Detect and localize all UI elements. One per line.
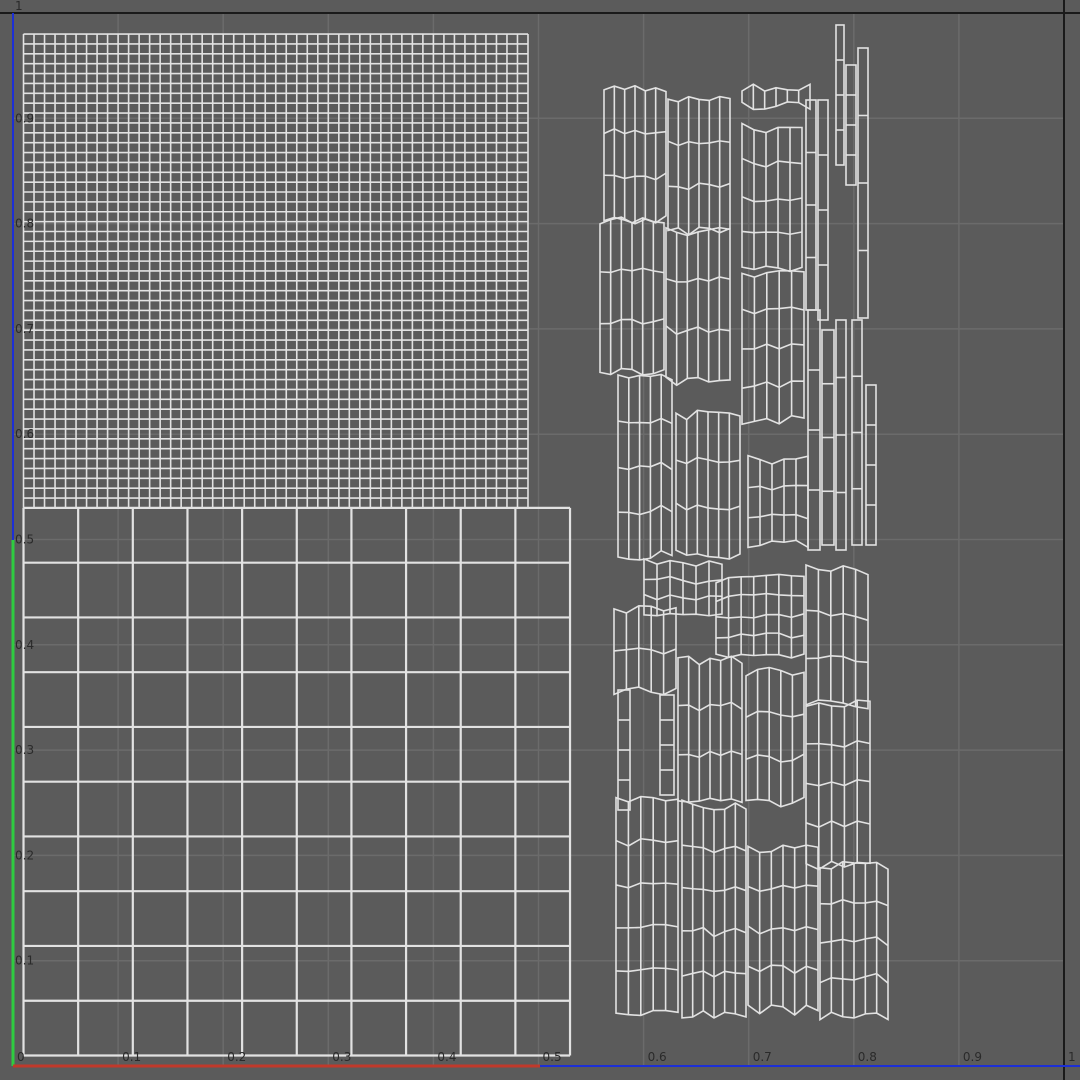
v-tick-label: 1 [15, 0, 23, 13]
u-tick-label: 0.3 [332, 1050, 351, 1064]
u-tick-label: 0.1 [122, 1050, 141, 1064]
uv-edge [745, 753, 805, 763]
uv-edge [741, 195, 803, 203]
u-tick-label: 0 [17, 1050, 25, 1064]
v-tick-label: 0.7 [15, 322, 34, 336]
uv-edge [615, 882, 679, 889]
uv-shell-outline [805, 563, 869, 710]
v-tick-label: 0.6 [15, 427, 34, 441]
uv-edge [617, 504, 673, 516]
uv-edge [615, 967, 679, 973]
u-tick-label: 0.6 [648, 1050, 667, 1064]
u-tick-label: 0.9 [963, 1050, 982, 1064]
uv-edge [741, 306, 805, 315]
uv-edge [745, 710, 805, 718]
uv-edge [805, 655, 869, 664]
u-tick-label: 0.2 [227, 1050, 246, 1064]
uv-editor-viewport[interactable]: 0 0.1 0.2 0.3 0.4 0.5 0.6 0.7 0.8 0.9 1 0.1 0.2 0.3 0… [0, 0, 1080, 1080]
u-axis-tick-labels: 0 0.1 0.2 0.3 0.4 0.5 0.6 0.7 0.8 0.9 1 [17, 1050, 1076, 1064]
uv-shell-outline [741, 269, 805, 426]
uv-edge [613, 647, 677, 655]
uv-shell-outline [745, 666, 805, 808]
uv-edge [747, 484, 809, 491]
v-tick-label: 0.3 [15, 743, 34, 757]
uv-edge [741, 343, 805, 350]
uv-edge [805, 820, 871, 829]
v-tick-label: 0.5 [15, 533, 34, 547]
u-tick-label: 0.5 [543, 1050, 562, 1064]
uv-edge [741, 380, 805, 389]
u-tick-label: 0.4 [437, 1050, 456, 1064]
uv-shell-fine-grid[interactable] [22, 33, 529, 509]
u-tick-label: 0.8 [858, 1050, 877, 1064]
uv-shell-outline [617, 373, 673, 561]
u-tick-label: 1 [1068, 1050, 1076, 1064]
uv-edge [805, 609, 869, 622]
uv-edge [617, 461, 673, 471]
uv-edge [617, 417, 673, 425]
u-tick-label: 0.7 [753, 1050, 772, 1064]
uv-shell-outline [747, 454, 809, 549]
uv-edge [741, 230, 803, 236]
uv-edge [615, 837, 679, 847]
v-tick-label: 0.9 [15, 111, 34, 125]
uv-canvas[interactable]: 0 0.1 0.2 0.3 0.4 0.5 0.6 0.7 0.8 0.9 1 0.10.20.30… [0, 0, 1080, 1080]
uv-shell-outline [741, 122, 803, 273]
uv-edge [747, 513, 809, 520]
v-tick-label: 0.8 [15, 217, 34, 231]
v-tick-label: 0.1 [15, 954, 34, 968]
uv-edge [615, 923, 679, 929]
uv-edge [741, 157, 803, 168]
v-tick-label: 0.2 [15, 848, 34, 862]
uv-shell-outline [615, 795, 679, 1017]
uv-edge [805, 779, 871, 787]
uv-edge [805, 739, 871, 748]
v-tick-label: 0.4 [15, 638, 34, 652]
uv-shell-coarse-grid[interactable] [22, 506, 572, 1057]
